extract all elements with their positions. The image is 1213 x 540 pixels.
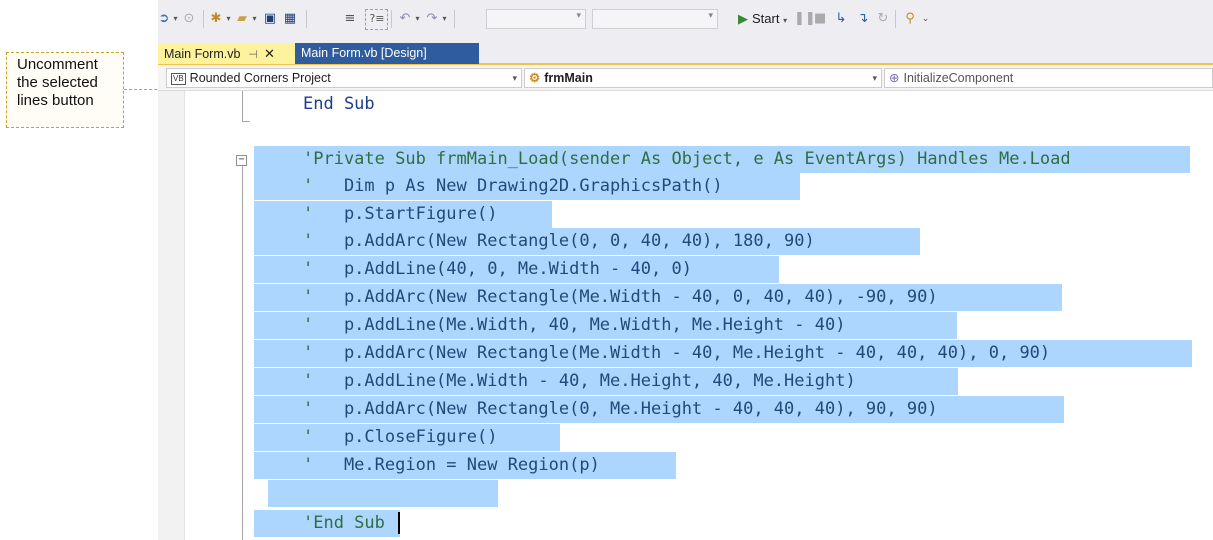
comment-mark: '	[303, 204, 314, 224]
code-line-selected-blank	[268, 480, 498, 507]
comment-mark: '	[303, 371, 314, 391]
open-dropdown-icon[interactable]: ▾	[250, 10, 259, 28]
comment-mark: '	[303, 399, 314, 419]
code-line: End Sub	[303, 94, 375, 114]
callout-box: Uncomment the selected lines button	[6, 52, 124, 128]
step-into-icon[interactable]: ↴	[856, 10, 870, 28]
outline-line	[242, 166, 243, 540]
code-line-selected: p.AddArc(New Rectangle(Me.Width - 40, Me…	[254, 340, 1192, 367]
pause-icon[interactable]: ❚❚	[794, 10, 816, 28]
code-line-selected: 'End Sub	[254, 510, 400, 537]
class-icon: ⚙	[529, 71, 541, 85]
chevron-down-icon: ▾	[872, 73, 877, 83]
tab-main-form-code[interactable]: Main Form.vb ⊣ ✕	[158, 43, 295, 64]
code-line-selected: p.AddLine(40, 0, Me.Width - 40, 0)	[254, 256, 779, 283]
tab-label: Main Form.vb [Design]	[301, 46, 427, 60]
text-caret	[398, 512, 400, 534]
class-name: frmMain	[544, 71, 593, 85]
code-editor[interactable]: − End Sub 'Private Sub frmMain_Load(send…	[158, 91, 1213, 540]
outline-line	[242, 121, 250, 122]
restart-icon[interactable]: ↻	[876, 10, 890, 28]
find-icon[interactable]: ⚲	[902, 10, 918, 28]
close-icon[interactable]: ✕	[264, 46, 275, 61]
start-button-label: Start	[752, 11, 780, 26]
code-line-selected: Dim p As New Drawing2D.GraphicsPath()	[254, 173, 800, 200]
undo-dropdown-icon[interactable]: ▾	[413, 10, 422, 28]
ide-window: ➲ ▾ ⊙ ✱ ▾ ▰ ▾ ▣ ▦ ≡ ?≡ ↶ ▾ ↷ ▾ ▾ ▾ ▶ Star…	[158, 0, 1213, 540]
code-line-selected: p.CloseFigure()	[254, 424, 560, 451]
project-name: Rounded Corners Project	[189, 71, 331, 85]
code-line-selected: Me.Region = New Region(p)	[254, 452, 676, 479]
comment-mark: '	[303, 231, 314, 251]
comment-mark: '	[303, 427, 314, 447]
chevron-down-icon: ▾	[783, 16, 788, 25]
tab-label: Main Form.vb	[164, 47, 241, 61]
new-project-icon[interactable]: ✱	[208, 10, 224, 28]
chevron-down-icon: ▾	[708, 11, 713, 21]
step-over-icon[interactable]: ↳	[834, 10, 848, 28]
solution-config-dropdown[interactable]: ▾	[486, 9, 586, 29]
class-dropdown[interactable]: ⚙ frmMain ▾	[524, 68, 882, 88]
comment-mark: '	[303, 343, 314, 363]
method-icon: ⊕	[889, 71, 900, 85]
outline-line	[242, 91, 243, 121]
chevron-down-icon: ▾	[576, 11, 581, 21]
pin-icon[interactable]: ⊣	[248, 49, 258, 61]
uncomment-button-highlight	[365, 9, 388, 30]
new-project-dropdown-icon[interactable]: ▾	[224, 10, 233, 28]
chevron-down-icon: ▾	[512, 73, 517, 83]
stop-icon[interactable]: ■	[814, 10, 826, 28]
toolbar: ➲ ▾ ⊙ ✱ ▾ ▰ ▾ ▣ ▦ ≡ ?≡ ↶ ▾ ↷ ▾ ▾ ▾ ▶ Star…	[158, 0, 1213, 40]
member-name: InitializeComponent	[903, 71, 1014, 85]
member-dropdown[interactable]: ⊕ InitializeComponent	[884, 68, 1213, 88]
navigation-bar: VB Rounded Corners Project ▾ ⚙ frmMain ▾ ⊕…	[158, 66, 1213, 91]
comment-mark: '	[303, 259, 314, 279]
code-line-selected: p.AddArc(New Rectangle(0, 0, 40, 40), 18…	[254, 228, 920, 255]
code-line-selected: 'Private Sub frmMain_Load(sender As Obje…	[254, 146, 1190, 173]
save-all-icon[interactable]: ▦	[281, 10, 299, 28]
overflow-icon[interactable]: ⌄	[921, 10, 930, 28]
code-line-selected: p.AddArc(New Rectangle(0, Me.Height - 40…	[254, 396, 1064, 423]
callout-text: Uncomment the selected lines button	[17, 56, 98, 109]
code-line-selected: p.AddArc(New Rectangle(Me.Width - 40, 0,…	[254, 284, 1062, 311]
redo-icon[interactable]: ↷	[425, 10, 439, 28]
comment-icon[interactable]: ≡	[343, 10, 357, 28]
back-dropdown-icon[interactable]: ▾	[171, 10, 180, 28]
redo-dropdown-icon[interactable]: ▾	[440, 10, 449, 28]
forward-icon[interactable]: ⊙	[182, 10, 196, 28]
comment-mark: '	[303, 287, 314, 307]
tab-main-form-design[interactable]: Main Form.vb [Design]	[295, 43, 479, 64]
save-icon[interactable]: ▣	[262, 10, 278, 28]
play-icon: ▶	[738, 11, 748, 26]
undo-icon[interactable]: ↶	[398, 10, 412, 28]
code-line-selected: p.AddLine(Me.Width - 40, Me.Height, 40, …	[254, 368, 958, 395]
collapse-toggle-icon[interactable]: −	[236, 155, 247, 166]
back-icon[interactable]: ➲	[158, 10, 170, 28]
project-dropdown[interactable]: VB Rounded Corners Project ▾	[166, 68, 522, 88]
comment-mark: '	[303, 176, 314, 196]
vb-project-icon: VB	[171, 73, 186, 85]
start-button[interactable]: ▶ Start ▾	[738, 10, 787, 28]
solution-platform-dropdown[interactable]: ▾	[592, 9, 718, 29]
comment-mark: '	[303, 455, 314, 475]
editor-gutter	[158, 91, 185, 540]
code-line-selected: p.AddLine(Me.Width, 40, Me.Width, Me.Hei…	[254, 312, 957, 339]
open-file-icon[interactable]: ▰	[234, 10, 250, 28]
code-line-selected: p.StartFigure()	[254, 201, 552, 228]
comment-mark: '	[303, 315, 314, 335]
document-tabs: Main Form.vb ⊣ ✕ Main Form.vb [Design]	[158, 41, 1213, 65]
